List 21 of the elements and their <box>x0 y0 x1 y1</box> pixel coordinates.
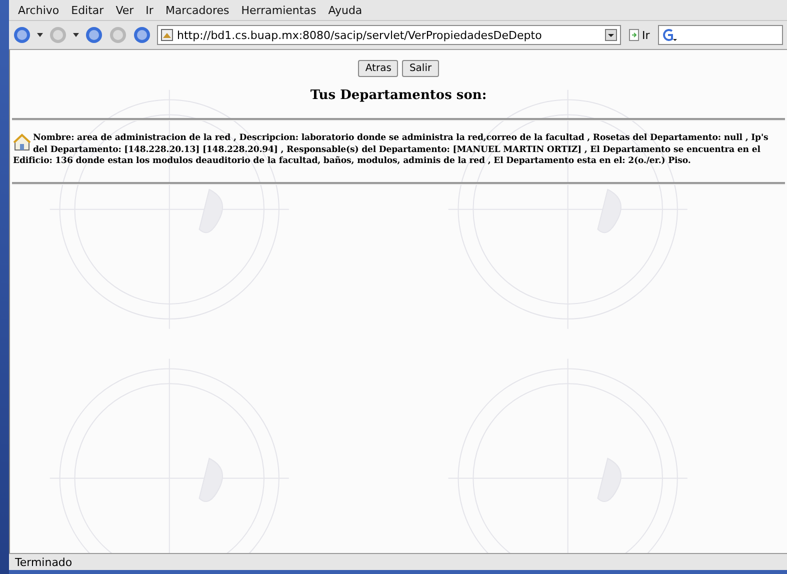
department-details: Nombre: area de administracion de la red , Descripcion: laboratorio donde se administra la red,correo de la facultad , Rosetas del Departamento: null , Ip's del Departamento: [148.228.20.13] [148.228.20.94] , Responsable(s) del Departamento: [MANUEL MARTIN ORTIZ] , El Departamento se encuentra en el Edificio: 136 donde estan los modulos deauditorio de la facultad, baños, modulos, adminis de la red , El Departamento esta en el: 2(o./er.) Piso. <box>13 133 770 168</box>
search-field[interactable] <box>658 25 783 45</box>
caret-icon[interactable] <box>73 32 79 38</box>
menu-item[interactable]: Editar <box>66 2 109 18</box>
page-heading: Tus Departamentos son: <box>309 88 488 103</box>
address-field[interactable]: http://bd1.cs.buap.mx:8080/sacip/servlet/VerPropiedadesDeDepto <box>157 25 621 45</box>
house-icon <box>13 133 31 151</box>
caret-icon[interactable] <box>37 32 43 38</box>
page-button[interactable]: Atras <box>358 60 398 77</box>
menu-item[interactable]: Marcadores <box>160 2 234 18</box>
menu-item[interactable]: Archivo <box>13 2 64 18</box>
menu-item[interactable]: Ver <box>110 2 139 18</box>
dropdown-icon[interactable] <box>605 29 617 41</box>
menu-item[interactable]: Herramientas <box>236 2 322 18</box>
page-icon <box>161 29 173 41</box>
menu-item[interactable]: Ir <box>140 2 158 18</box>
search-engine-icon[interactable] <box>660 28 677 42</box>
status-bar: Terminado <box>9 553 787 574</box>
go-button[interactable]: Ir <box>627 28 652 42</box>
page-button[interactable]: Salir <box>402 60 439 77</box>
menu-item[interactable]: Ayuda <box>323 2 368 18</box>
